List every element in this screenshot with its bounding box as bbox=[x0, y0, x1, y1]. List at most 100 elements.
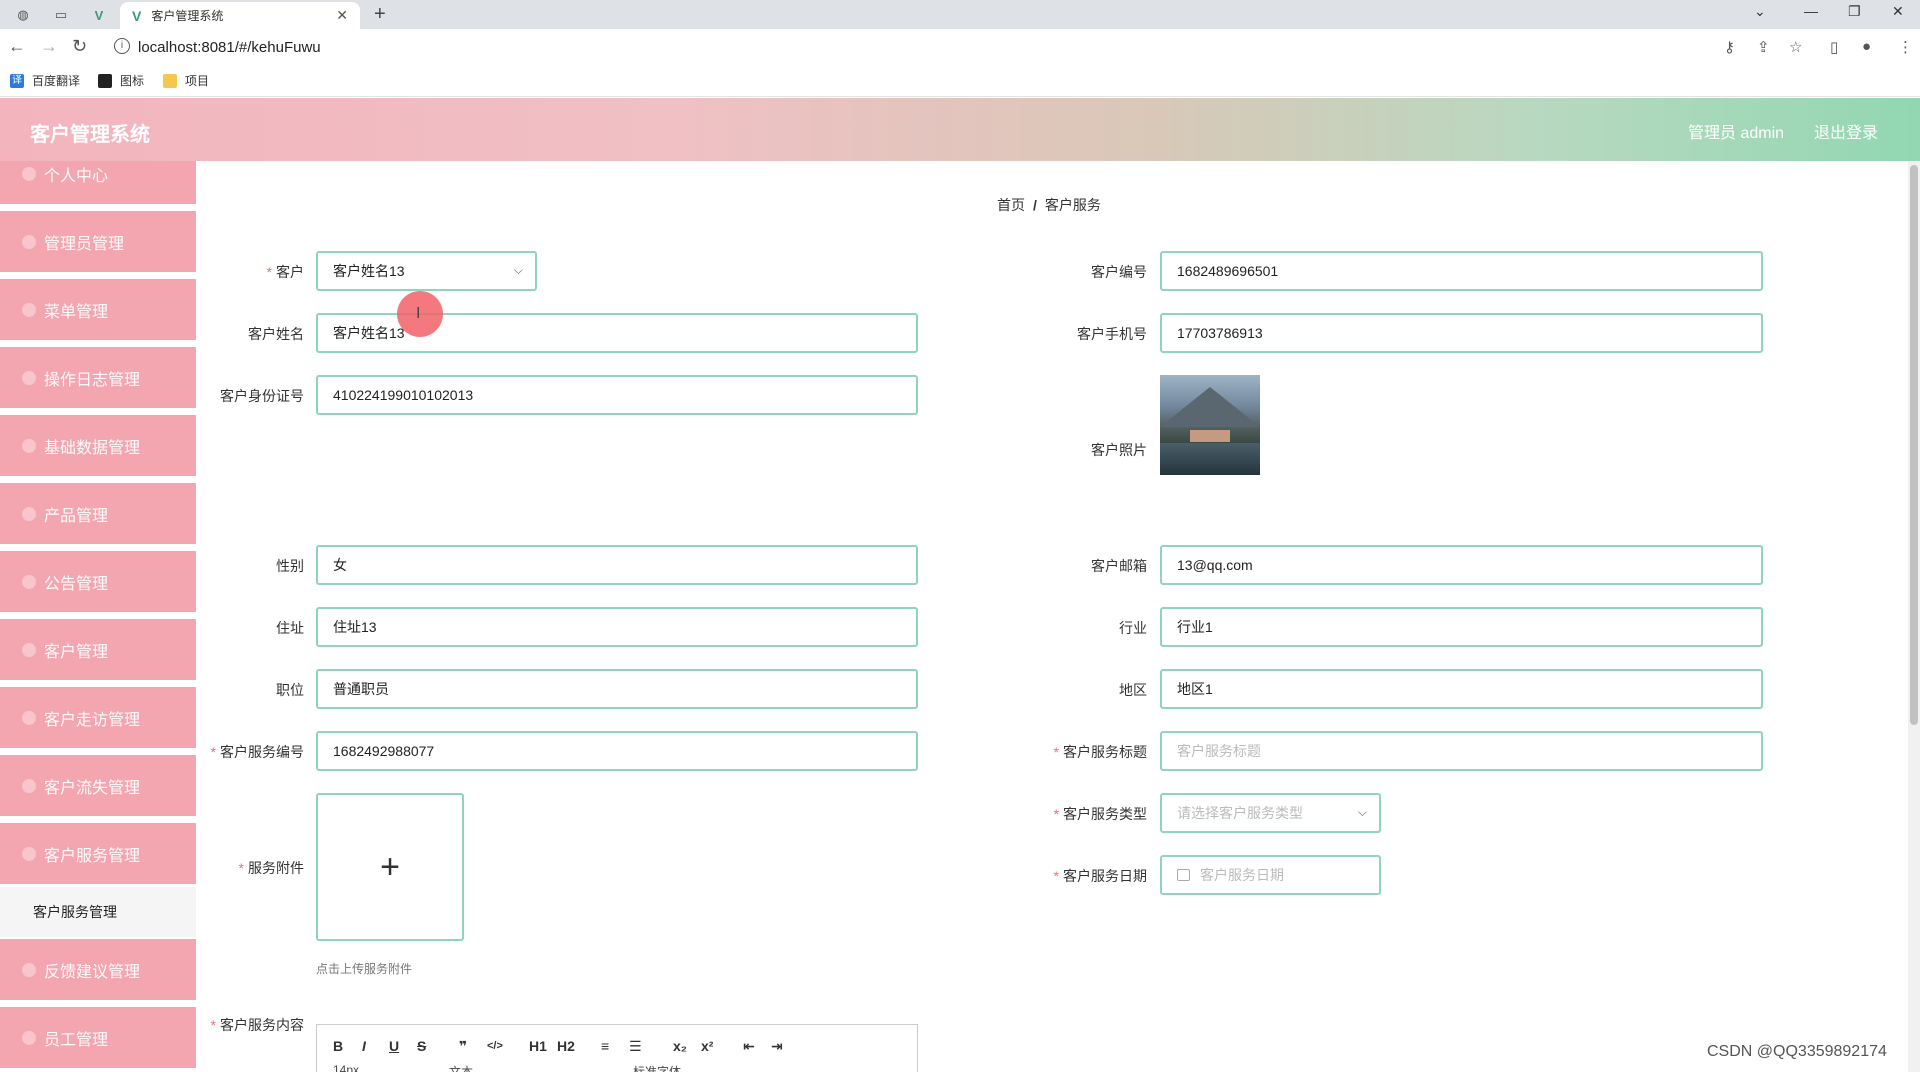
active-tab[interactable]: V 客户管理系统 ✕ bbox=[120, 2, 360, 29]
customer-photo-image[interactable] bbox=[1160, 375, 1260, 475]
email-field[interactable]: 13@qq.com bbox=[1160, 545, 1763, 585]
sidebar-item-base-data[interactable]: 基础数据管理 bbox=[0, 415, 196, 477]
sidebar-item-customer-churn[interactable]: 客户流失管理 bbox=[0, 755, 196, 817]
position-field[interactable]: 普通职员 bbox=[316, 669, 918, 709]
app-title: 客户管理系统 bbox=[30, 124, 150, 146]
gender-field[interactable]: 女 bbox=[316, 545, 918, 585]
url-text[interactable]: localhost:8081/#/kehuFuwu bbox=[138, 39, 321, 56]
sidebar-subitem-customer-service[interactable]: 客户服务管理 bbox=[0, 887, 196, 937]
service-type-select[interactable]: 请选择客户服务类型 ⌵ bbox=[1160, 793, 1381, 833]
service-title-label: * 客户服务标题 bbox=[1040, 742, 1147, 762]
attachment-upload-button[interactable]: + bbox=[316, 793, 464, 941]
sidebar-item-customer[interactable]: 客户管理 bbox=[0, 619, 196, 681]
mail-icon[interactable]: ▭ bbox=[46, 4, 76, 26]
indent-button[interactable]: ⇥ bbox=[771, 1038, 783, 1055]
bold-button[interactable]: B bbox=[333, 1038, 343, 1054]
service-no-field[interactable]: 1682492988077 bbox=[316, 731, 918, 771]
label-text: 客户 bbox=[276, 264, 304, 280]
site-info-icon[interactable]: i bbox=[114, 38, 130, 54]
breadcrumb-home[interactable]: 首页 bbox=[997, 197, 1025, 213]
bullet-list-button[interactable]: ☰ bbox=[629, 1038, 642, 1055]
strike-button[interactable]: S bbox=[417, 1038, 426, 1054]
scrollbar[interactable] bbox=[1908, 161, 1920, 1072]
minimize-icon[interactable]: — bbox=[1804, 3, 1818, 19]
superscript-button[interactable]: x² bbox=[701, 1038, 713, 1054]
forward-icon[interactable]: → bbox=[40, 36, 58, 57]
new-tab-button[interactable]: + bbox=[374, 3, 386, 26]
side-panel-icon[interactable]: ▯ bbox=[1830, 38, 1838, 56]
industry-field[interactable]: 行业1 bbox=[1160, 607, 1763, 647]
h2-button[interactable]: H2 bbox=[557, 1038, 575, 1054]
close-window-icon[interactable]: ✕ bbox=[1892, 3, 1904, 20]
plus-icon: + bbox=[380, 847, 400, 886]
sidebar-item-personal-center[interactable]: 个人中心 bbox=[0, 161, 196, 205]
user-label: 管理员 admin bbox=[1688, 125, 1785, 142]
attachment-label: * 服务附件 bbox=[200, 858, 304, 878]
sidebar-item-notice[interactable]: 公告管理 bbox=[0, 551, 196, 613]
bookmark-label: 项目 bbox=[185, 74, 210, 88]
bookmark-label: 百度翻译 bbox=[32, 74, 81, 88]
sidebar-item-feedback[interactable]: 反馈建议管理 bbox=[0, 939, 196, 1001]
restore-icon[interactable]: ❐ bbox=[1848, 3, 1861, 20]
font-family-select[interactable]: 标准字体 bbox=[633, 1063, 681, 1072]
underline-button[interactable]: U bbox=[389, 1038, 399, 1054]
key-icon[interactable]: ⚷ bbox=[1724, 38, 1735, 56]
font-size-select[interactable]: 14px bbox=[333, 1063, 359, 1072]
address-label: 住址 bbox=[276, 620, 304, 636]
region-field[interactable]: 地区1 bbox=[1160, 669, 1763, 709]
sidebar-item-customer-visit[interactable]: 客户走访管理 bbox=[0, 687, 196, 749]
tab-search-icon[interactable]: ⌄ bbox=[1754, 3, 1766, 20]
star-icon[interactable]: ☆ bbox=[1789, 38, 1802, 56]
vue-tab-icon[interactable]: V bbox=[84, 4, 114, 26]
customer-id-field[interactable]: 410224199010102013 bbox=[316, 375, 918, 415]
bookmark-project[interactable]: 项目 bbox=[163, 72, 209, 89]
bookmark-icons[interactable]: 图标 bbox=[98, 72, 144, 89]
address-field[interactable]: 住址13 bbox=[316, 607, 918, 647]
logout-link[interactable]: 退出登录 bbox=[1814, 119, 1878, 143]
photo-mountain bbox=[1160, 387, 1260, 427]
sidebar-item-product[interactable]: 产品管理 bbox=[0, 483, 196, 545]
sidebar-item-label: 反馈建议管理 bbox=[44, 963, 141, 981]
subscript-button[interactable]: x₂ bbox=[673, 1038, 687, 1054]
sidebar-item-label: 公告管理 bbox=[44, 575, 109, 593]
sidebar-item-admin[interactable]: 管理员管理 bbox=[0, 211, 196, 273]
profile-icon[interactable]: ● bbox=[1862, 38, 1871, 55]
region-label: 地区 bbox=[1119, 682, 1147, 698]
sidebar-item-menu[interactable]: 菜单管理 bbox=[0, 279, 196, 341]
label-text: 客户服务编号 bbox=[220, 744, 304, 760]
label-text: 客户服务日期 bbox=[1063, 868, 1147, 884]
customer-no-field[interactable]: 1682489696501 bbox=[1160, 251, 1763, 291]
code-button[interactable]: </> bbox=[487, 1040, 503, 1052]
sidebar-item-customer-service[interactable]: 客户服务管理 bbox=[0, 823, 196, 885]
close-tab-icon[interactable]: ✕ bbox=[336, 7, 348, 24]
scrollbar-thumb[interactable] bbox=[1910, 165, 1918, 725]
share-icon[interactable]: ⇪ bbox=[1757, 38, 1770, 56]
sidebar-item-employee[interactable]: 员工管理 bbox=[0, 1007, 196, 1069]
sidebar-item-label: 客户管理 bbox=[44, 643, 109, 661]
service-date-picker[interactable]: 客户服务日期 bbox=[1160, 855, 1381, 895]
customer-no-label: 客户编号 bbox=[1091, 264, 1147, 280]
browser-tab-bar: ◍ ▭ V V 客户管理系统 ✕ + ⌄ — ❐ ✕ bbox=[0, 0, 1920, 29]
ordered-list-button[interactable]: ≡ bbox=[601, 1038, 609, 1054]
sidebar-item-label: 管理员管理 bbox=[44, 235, 125, 253]
bookmark-translate[interactable]: 译 百度翻译 bbox=[10, 72, 80, 89]
text-style-select[interactable]: 文本 bbox=[449, 1063, 473, 1072]
service-title-input[interactable]: 客户服务标题 bbox=[1160, 731, 1763, 771]
rich-text-editor[interactable]: B I U S ❞ </> H1 H2 ≡ ☰ x₂ x² ⇤ ⇥ 14px 文… bbox=[316, 1024, 918, 1072]
customer-select[interactable]: 客户姓名13 ⌵ bbox=[316, 251, 537, 291]
menu-icon[interactable]: ⋮ bbox=[1898, 38, 1913, 56]
menu-item-icon bbox=[22, 710, 36, 725]
sidebar-item-operation-log[interactable]: 操作日志管理 bbox=[0, 347, 196, 409]
h1-button[interactable]: H1 bbox=[529, 1038, 547, 1054]
italic-button[interactable]: I bbox=[362, 1038, 366, 1054]
customer-phone-field[interactable]: 17703786913 bbox=[1160, 313, 1763, 353]
reload-icon[interactable]: ↻ bbox=[72, 36, 87, 57]
globe-icon[interactable]: ◍ bbox=[8, 4, 38, 26]
bookmark-label: 图标 bbox=[120, 74, 145, 88]
outdent-button[interactable]: ⇤ bbox=[743, 1038, 755, 1055]
back-icon[interactable]: ← bbox=[8, 36, 26, 57]
bookmarks-bar: 译 百度翻译 图标 项目 bbox=[0, 65, 1920, 97]
photo-town bbox=[1190, 430, 1230, 442]
quote-button[interactable]: ❞ bbox=[459, 1038, 467, 1055]
required-mark: * bbox=[1053, 744, 1059, 760]
